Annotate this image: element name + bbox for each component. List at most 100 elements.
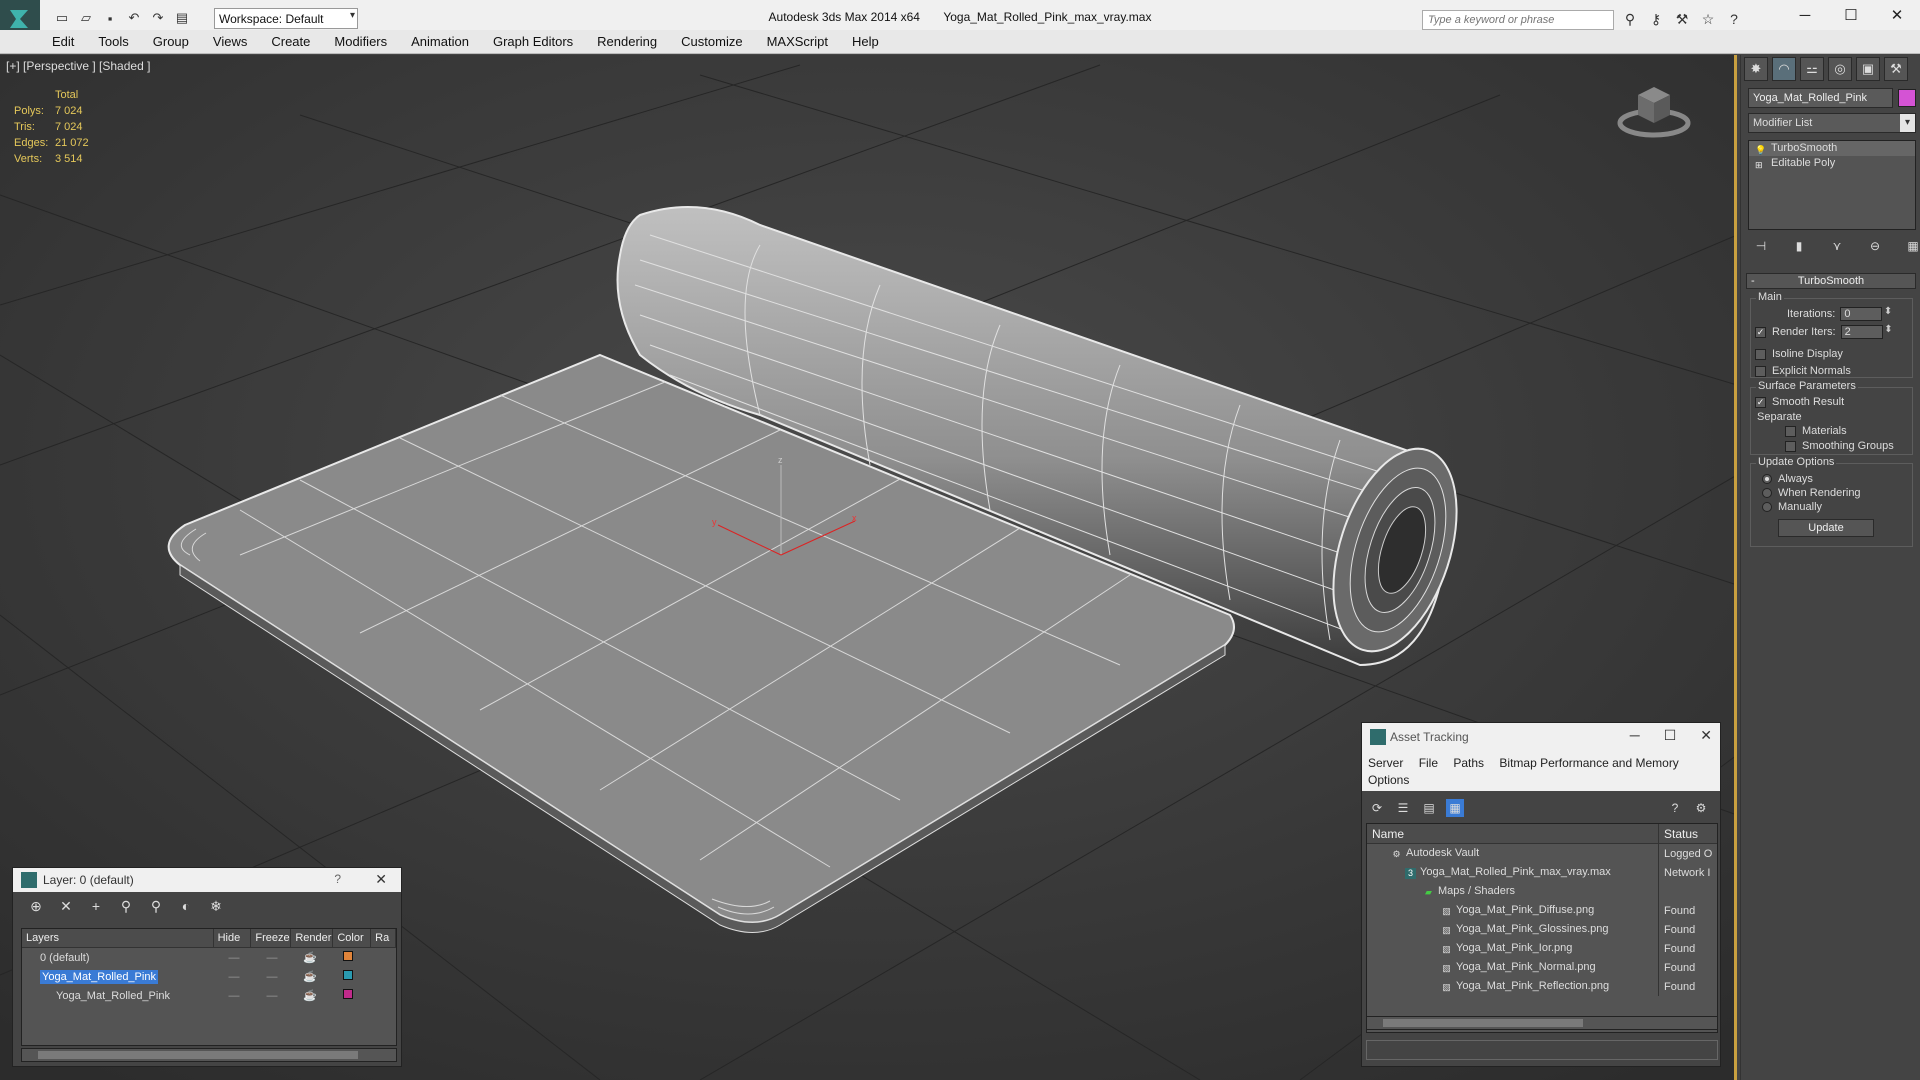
menu-animation[interactable]: Animation xyxy=(411,34,469,49)
close-icon[interactable]: ✕ xyxy=(1700,727,1712,744)
favorites-star-icon[interactable]: ☆ xyxy=(1698,9,1718,29)
layer-color-swatch[interactable] xyxy=(343,970,353,980)
asset-row[interactable]: ▧ Yoga_Mat_Pink_Glossines.png Found xyxy=(1367,920,1717,939)
horizontal-scrollbar[interactable] xyxy=(1366,1016,1718,1030)
show-end-result-icon[interactable]: ▮ xyxy=(1789,237,1809,255)
column-status[interactable]: Status xyxy=(1659,824,1703,843)
smoothing-groups-checkbox[interactable] xyxy=(1785,440,1796,452)
menu-paths[interactable]: Paths xyxy=(1453,756,1484,770)
layer-dialog-titlebar[interactable]: Layer: 0 (default) ? ✕ xyxy=(13,868,401,892)
smoothing-groups-option[interactable]: Smoothing Groups xyxy=(1785,440,1894,452)
asset-dialog-titlebar[interactable]: Asset Tracking ─ ☐ ✕ xyxy=(1362,723,1720,751)
menu-customize[interactable]: Customize xyxy=(681,34,742,49)
key-icon[interactable]: ⚷ xyxy=(1646,9,1666,29)
column-render[interactable]: Render xyxy=(291,929,334,947)
iterations-spinner[interactable]: 0 xyxy=(1840,306,1892,321)
smooth-result-option[interactable]: ✓ Smooth Result xyxy=(1755,396,1844,408)
menu-server[interactable]: Server xyxy=(1368,756,1403,770)
column-layers[interactable]: Layers xyxy=(22,929,214,947)
menu-create[interactable]: Create xyxy=(271,34,310,49)
table-view-icon[interactable]: ▦ xyxy=(1446,799,1464,817)
lightbulb-icon[interactable]: 💡 xyxy=(1755,143,1766,155)
minimize-icon[interactable]: ─ xyxy=(1630,727,1640,744)
menu-file[interactable]: File xyxy=(1419,756,1438,770)
menu-tools[interactable]: Tools xyxy=(98,34,128,49)
column-hide[interactable]: Hide xyxy=(214,929,252,947)
update-always-option[interactable]: Always xyxy=(1762,473,1813,485)
create-layer-icon[interactable]: ⊕ xyxy=(27,897,45,915)
explicit-normals-option[interactable]: Explicit Normals xyxy=(1755,365,1851,377)
maximize-icon[interactable]: ☐ xyxy=(1828,0,1874,30)
asset-row[interactable]: ⚙ Autodesk Vault Logged O xyxy=(1367,844,1717,863)
when-rendering-radio[interactable] xyxy=(1762,488,1772,498)
refresh-icon[interactable]: ⟳ xyxy=(1368,799,1386,817)
help-icon[interactable]: ? xyxy=(1724,9,1744,29)
render-toggle[interactable]: ☕ xyxy=(291,989,329,1002)
pin-stack-icon[interactable]: ⊣ xyxy=(1751,237,1771,255)
layer-object-row[interactable]: Yoga_Mat_Rolled_Pink — — ☕ xyxy=(22,986,396,1005)
menu-help[interactable]: Help xyxy=(852,34,879,49)
modify-tab-icon[interactable]: ◠ xyxy=(1772,57,1796,81)
freeze-toggle[interactable]: — xyxy=(253,952,291,964)
object-color-swatch[interactable] xyxy=(1898,89,1916,107)
help-search-input[interactable] xyxy=(1422,10,1614,30)
column-name[interactable]: Name xyxy=(1367,824,1659,843)
make-unique-icon[interactable]: ⋎ xyxy=(1827,237,1847,255)
add-to-layer-icon[interactable]: + xyxy=(87,897,105,915)
menu-edit[interactable]: Edit xyxy=(52,34,74,49)
close-icon[interactable]: ✕ xyxy=(375,871,387,888)
create-tab-icon[interactable]: ✸ xyxy=(1744,57,1768,81)
layer-color-cell[interactable] xyxy=(329,989,367,1002)
asset-row[interactable]: ▧ Yoga_Mat_Pink_Reflection.png Found xyxy=(1367,977,1717,996)
render-toggle[interactable]: ☕ xyxy=(291,951,329,964)
modifier-list-dropdown[interactable]: Modifier List ▾ xyxy=(1748,113,1916,133)
update-manually-option[interactable]: Manually xyxy=(1762,501,1822,513)
menu-views[interactable]: Views xyxy=(213,34,247,49)
update-when-rendering-option[interactable]: When Rendering xyxy=(1762,487,1861,499)
layer-color-swatch[interactable] xyxy=(343,951,353,961)
scrollbar-thumb[interactable] xyxy=(1383,1019,1583,1027)
explicit-normals-checkbox[interactable] xyxy=(1755,365,1766,377)
isoline-display-option[interactable]: Isoline Display xyxy=(1755,348,1843,360)
hide-toggle[interactable]: — xyxy=(215,971,253,983)
hide-toggle[interactable]: — xyxy=(215,952,253,964)
manually-radio[interactable] xyxy=(1762,502,1772,512)
new-file-icon[interactable]: ▭ xyxy=(52,9,72,27)
menu-graph-editors[interactable]: Graph Editors xyxy=(493,34,573,49)
layer-color-swatch[interactable] xyxy=(343,989,353,999)
menu-group[interactable]: Group xyxy=(153,34,189,49)
isoline-checkbox[interactable] xyxy=(1755,348,1766,360)
viewport-label[interactable]: [+] [Perspective ] [Shaded ] xyxy=(6,59,150,73)
list-view-icon[interactable]: ☰ xyxy=(1394,799,1412,817)
render-toggle[interactable]: ☕ xyxy=(291,970,329,983)
help-icon[interactable]: ? xyxy=(1666,799,1684,817)
asset-row[interactable]: ▧ Yoga_Mat_Pink_Normal.png Found xyxy=(1367,958,1717,977)
maximize-icon[interactable]: ☐ xyxy=(1664,727,1677,744)
remove-modifier-icon[interactable]: ⊖ xyxy=(1865,237,1885,255)
layer-row[interactable]: Yoga_Mat_Rolled_Pink — — ☕ xyxy=(22,967,396,986)
turbosmooth-rollout-header[interactable]: - TurboSmooth xyxy=(1746,273,1916,289)
workspace-dropdown[interactable]: Workspace: Default ▾ xyxy=(214,8,358,29)
smooth-result-checkbox[interactable]: ✓ xyxy=(1755,396,1766,408)
render-iters-checkbox[interactable]: ✓ xyxy=(1755,326,1766,338)
scrollbar-thumb[interactable] xyxy=(38,1051,358,1059)
asset-row[interactable]: ▧ Yoga_Mat_Pink_Diffuse.png Found xyxy=(1367,901,1717,920)
asset-path-field[interactable] xyxy=(1366,1040,1718,1060)
select-objects-icon[interactable]: ⚲ xyxy=(117,897,135,915)
materials-option[interactable]: Materials xyxy=(1785,425,1847,437)
horizontal-scrollbar[interactable] xyxy=(21,1048,397,1062)
render-iters-spinner[interactable]: 2 xyxy=(1840,324,1893,339)
freeze-all-icon[interactable]: ❄ xyxy=(207,897,225,915)
binoculars-icon[interactable]: ⚲ xyxy=(1620,9,1640,29)
layer-color-cell[interactable] xyxy=(329,951,367,964)
menu-rendering[interactable]: Rendering xyxy=(597,34,657,49)
column-freeze[interactable]: Freeze xyxy=(251,929,292,947)
redo-icon[interactable]: ↷ xyxy=(148,9,168,27)
object-name-field[interactable]: Yoga_Mat_Rolled_Pink xyxy=(1748,88,1893,108)
save-file-icon[interactable]: ▪ xyxy=(100,9,120,27)
column-color[interactable]: Color xyxy=(333,929,372,947)
viewcube-icon[interactable] xyxy=(1614,75,1694,145)
freeze-toggle[interactable]: — xyxy=(253,971,291,983)
update-button[interactable]: Update xyxy=(1778,519,1874,537)
hide-toggle[interactable]: — xyxy=(215,990,253,1002)
